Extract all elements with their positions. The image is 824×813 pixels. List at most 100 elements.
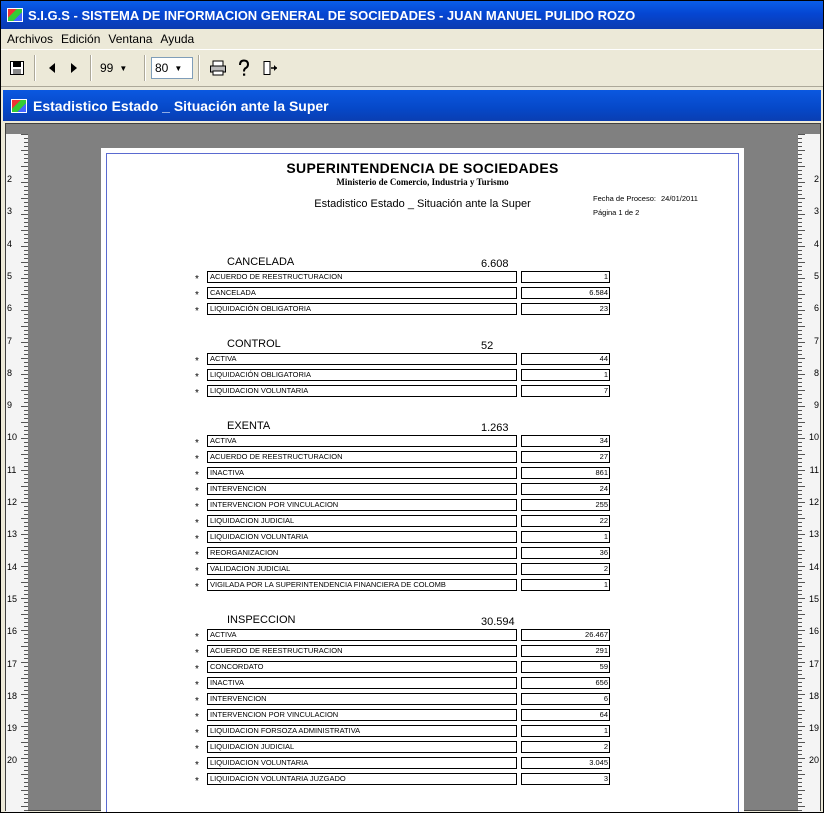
- ruler-tick: [24, 158, 28, 159]
- ruler-tick: [798, 614, 805, 615]
- ruler-tick: [24, 506, 28, 507]
- ruler-number: 12: [808, 497, 819, 507]
- ruler-tick: [798, 246, 805, 247]
- ruler-tick: [24, 402, 28, 403]
- menu-bar: Archivos Edición Ventana Ayuda: [1, 29, 823, 49]
- ruler-tick: [798, 470, 805, 471]
- ruler-tick: [24, 634, 28, 635]
- ruler-tick: [798, 250, 802, 251]
- printer-icon[interactable]: [205, 54, 231, 82]
- ruler-tick: [21, 806, 28, 807]
- ruler-tick: [24, 250, 28, 251]
- ruler-tick: [24, 222, 28, 223]
- ruler-tick: [798, 578, 802, 579]
- ruler-tick: [24, 734, 28, 735]
- ruler-tick: [798, 222, 802, 223]
- row-label: REORGANIZACION: [207, 547, 517, 559]
- report-viewer[interactable]: 2 3 4 5 6 7 8 9 10 11 12 13 14 15 16 17 18 19 20 234567891…: [5, 123, 821, 812]
- ruler-tick: [798, 318, 802, 319]
- ruler-tick: [798, 750, 802, 751]
- help-icon[interactable]: [231, 54, 257, 82]
- ruler-tick: [24, 226, 28, 227]
- ruler-number: 8: [7, 367, 13, 378]
- section-title: EXENTA: [227, 420, 271, 432]
- ruler-number: 7: [7, 335, 13, 346]
- row-value: 7: [521, 385, 610, 397]
- ruler-tick: [798, 626, 802, 627]
- ruler-tick: [21, 166, 28, 167]
- row-value: 34: [521, 435, 610, 447]
- ruler-tick: [24, 254, 28, 255]
- ruler-tick: [798, 770, 802, 771]
- ruler-tick: [24, 670, 28, 671]
- ruler-number: 17: [7, 658, 18, 669]
- zoom-combo[interactable]: 80 ▼: [151, 57, 193, 79]
- ruler-tick: [798, 382, 802, 383]
- ruler-tick: [21, 742, 28, 743]
- ruler-tick: [24, 778, 28, 779]
- ruler-number: 2: [813, 174, 819, 184]
- ruler-tick: [798, 530, 802, 531]
- ruler-tick: [24, 138, 28, 139]
- ruler-tick: [24, 330, 28, 331]
- ruler-tick: [798, 610, 802, 611]
- window-titlebar[interactable]: S.I.G.S - SISTEMA DE INFORMACION GENERAL…: [1, 1, 823, 29]
- ruler-tick: [24, 362, 28, 363]
- page-number: Página 1 de 2: [593, 208, 640, 217]
- ruler-tick: [21, 726, 28, 727]
- exit-icon[interactable]: [257, 54, 283, 82]
- menu-archivos[interactable]: Archivos: [3, 32, 57, 46]
- asterisk-icon: *: [195, 550, 199, 561]
- asterisk-icon: *: [195, 290, 199, 301]
- menu-edicion[interactable]: Edición: [57, 32, 104, 46]
- ruler-tick: [798, 478, 802, 479]
- row-value: 2: [521, 741, 610, 753]
- ruler-tick: [798, 322, 802, 323]
- ruler-tick: [798, 258, 802, 259]
- next-page-icon[interactable]: [63, 54, 85, 82]
- ruler-tick: [798, 694, 805, 695]
- menu-ventana[interactable]: Ventana: [104, 32, 156, 46]
- ruler-tick: [798, 298, 802, 299]
- ruler-tick: [798, 350, 802, 351]
- ruler-tick: [798, 434, 802, 435]
- ruler-tick: [24, 426, 28, 427]
- ruler-tick: [798, 570, 802, 571]
- ruler-tick: [21, 246, 28, 247]
- report-window-titlebar[interactable]: Estadistico Estado _ Situación ante la S…: [3, 90, 821, 121]
- ruler-number: 13: [7, 529, 18, 540]
- row-value: 6: [521, 693, 610, 705]
- ruler-tick: [798, 730, 802, 731]
- ruler-tick: [24, 370, 28, 371]
- asterisk-icon: *: [195, 582, 199, 593]
- ruler-tick: [798, 402, 802, 403]
- ruler-tick: [798, 498, 802, 499]
- row-label: INTERVENCION POR VINCULACION: [207, 709, 517, 721]
- asterisk-icon: *: [195, 534, 199, 545]
- toolbar-separator: [198, 55, 200, 81]
- asterisk-icon: *: [195, 356, 199, 367]
- menu-ayuda[interactable]: Ayuda: [156, 32, 198, 46]
- ruler-number: 9: [7, 400, 13, 411]
- row-value: 1: [521, 369, 610, 381]
- ruler-tick: [798, 642, 802, 643]
- asterisk-icon: *: [195, 776, 199, 787]
- ruler-tick: [24, 750, 28, 751]
- process-date-label: Fecha de Proceso:: [593, 194, 656, 203]
- ruler-tick: [21, 518, 28, 519]
- ruler-tick: [24, 186, 28, 187]
- process-date: 24/01/2011: [661, 194, 698, 203]
- ruler-tick: [798, 722, 802, 723]
- page-combo[interactable]: 99 ▼: [97, 57, 139, 79]
- row-label: LIQUIDACION VOLUNTARIA JUZGADO: [207, 773, 517, 785]
- ruler-tick: [798, 522, 802, 523]
- ruler-number: 19: [7, 723, 18, 734]
- previous-page-icon[interactable]: [41, 54, 63, 82]
- ruler-tick: [21, 358, 28, 359]
- ruler-tick: [798, 726, 805, 727]
- ruler-tick: [24, 338, 28, 339]
- ruler-tick: [798, 582, 805, 583]
- ruler-tick: [798, 550, 805, 551]
- export-icon[interactable]: [5, 54, 29, 82]
- asterisk-icon: *: [195, 306, 199, 317]
